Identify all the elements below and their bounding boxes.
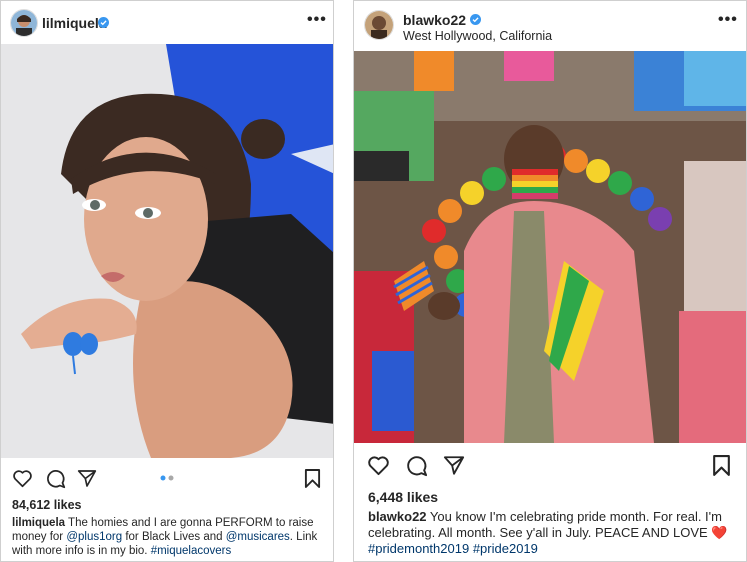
like-count[interactable]: 84,612 likes xyxy=(12,498,82,512)
post-username[interactable]: lilmiquela xyxy=(42,15,107,31)
heart-icon[interactable] xyxy=(367,455,390,476)
post-blawko22: blawko22 West Hollywood, California ••• xyxy=(353,0,747,562)
avatar[interactable] xyxy=(364,10,394,40)
paper-plane-icon[interactable] xyxy=(443,455,465,476)
caption-text: for Black Lives and xyxy=(125,531,223,543)
post-username[interactable]: blawko22 xyxy=(403,12,466,28)
post-header: blawko22 West Hollywood, California ••• xyxy=(354,1,746,51)
comment-icon[interactable] xyxy=(45,468,66,489)
action-bar xyxy=(1,460,333,496)
bookmark-icon[interactable] xyxy=(712,454,731,477)
more-horizontal-icon[interactable]: ••• xyxy=(718,11,738,29)
carousel-indicator xyxy=(160,475,174,481)
hashtag-link[interactable]: #pride2019 xyxy=(473,541,538,556)
post-header: lilmiquela ••• xyxy=(1,1,333,44)
caption-username[interactable]: lilmiquela xyxy=(12,517,65,529)
comment-icon[interactable] xyxy=(405,454,428,477)
post-location[interactable]: West Hollywood, California xyxy=(403,29,552,43)
verified-badge-icon xyxy=(98,17,109,28)
post-caption: blawko22 You know I'm celebrating pride … xyxy=(368,509,736,557)
post-lilmiquela: lilmiquela ••• 84,612 likes lilmiquela T… xyxy=(0,0,334,562)
post-caption: lilmiquela The homies and I are gonna PE… xyxy=(12,516,328,558)
post-photo[interactable] xyxy=(1,44,333,458)
heart-emoji: ❤️ xyxy=(711,525,728,540)
like-count[interactable]: 6,448 likes xyxy=(368,489,438,505)
bookmark-icon[interactable] xyxy=(304,468,321,489)
more-horizontal-icon[interactable]: ••• xyxy=(307,11,327,29)
mention-link[interactable]: @plus1org xyxy=(66,531,122,543)
post-photo[interactable] xyxy=(354,51,746,443)
action-bar xyxy=(354,446,746,482)
hashtag-link[interactable]: #miquelacovers xyxy=(151,545,232,557)
verified-badge-icon xyxy=(470,14,481,25)
hashtag-link[interactable]: #pridemonth2019 xyxy=(368,541,469,556)
heart-icon[interactable] xyxy=(12,469,33,488)
avatar[interactable] xyxy=(10,9,38,37)
mention-link[interactable]: @musicares xyxy=(226,531,290,543)
paper-plane-icon[interactable] xyxy=(77,469,97,488)
caption-username[interactable]: blawko22 xyxy=(368,509,427,524)
